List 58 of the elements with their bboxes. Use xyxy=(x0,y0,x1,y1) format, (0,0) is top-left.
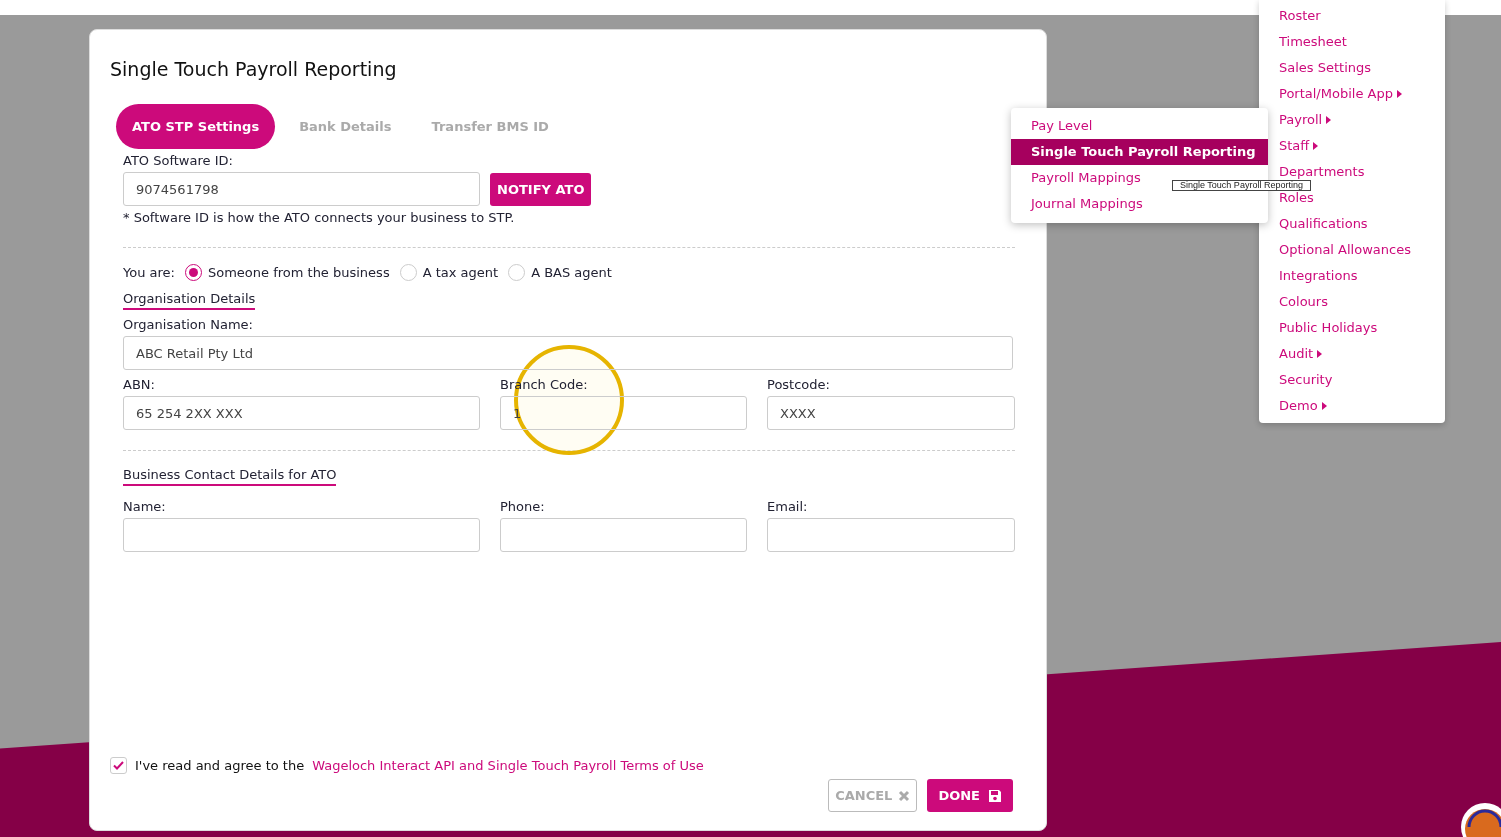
field-label: Phone: xyxy=(500,499,546,514)
input-field[interactable]: ABC Retail Pty Ltd xyxy=(123,336,1013,370)
field-label: Organisation Name: xyxy=(123,317,254,332)
caret-icon xyxy=(1326,116,1332,124)
section-heading: Business Contact Details for ATO xyxy=(123,467,337,486)
menu-item[interactable]: Pay Level xyxy=(1011,113,1097,139)
input-field[interactable]: 9074561798 xyxy=(123,172,480,206)
menu-item[interactable]: Staff xyxy=(1279,139,1319,153)
caret-icon xyxy=(1317,350,1323,358)
field-label: ABN: xyxy=(123,377,156,392)
input-field[interactable] xyxy=(123,518,480,552)
section-heading: Organisation Details xyxy=(123,291,256,310)
menu-item[interactable]: Payroll Mappings xyxy=(1011,165,1145,191)
radio-label: A BAS agent xyxy=(531,265,612,280)
check-icon xyxy=(113,761,124,770)
menu-item[interactable]: Integrations xyxy=(1279,269,1358,283)
input-field[interactable] xyxy=(767,518,1015,552)
menu-item[interactable]: Timesheet xyxy=(1279,35,1347,49)
menu-item[interactable]: Sales Settings xyxy=(1279,61,1372,75)
menu-item[interactable]: Departments xyxy=(1279,165,1365,179)
save-icon xyxy=(988,788,1002,803)
help-avatar-icon[interactable] xyxy=(1461,801,1501,837)
radio-label: Someone from the business xyxy=(207,265,390,280)
menu-item[interactable]: Roles xyxy=(1279,191,1314,205)
field-label: Name: xyxy=(123,499,167,514)
menu-item[interactable]: Single Touch Payroll Reporting xyxy=(1011,139,1268,165)
menu-item[interactable]: Security xyxy=(1279,373,1333,387)
field-label: ATO Software ID: xyxy=(123,153,233,168)
field-label: Email: xyxy=(767,499,809,514)
menu-item[interactable]: Demo xyxy=(1279,399,1327,413)
menu-item[interactable]: Payroll xyxy=(1279,113,1332,127)
dialog-title: Single Touch Payroll Reporting xyxy=(110,58,398,80)
notify-button[interactable]: NOTIFY ATO xyxy=(490,172,592,206)
menu-item[interactable]: Public Holidays xyxy=(1279,321,1378,335)
done-button[interactable]: DONE xyxy=(927,779,1013,812)
menu-item[interactable]: Colours xyxy=(1279,295,1328,309)
caret-icon xyxy=(1396,90,1402,98)
caret-icon xyxy=(1321,402,1327,410)
menu-item[interactable]: Roster xyxy=(1279,9,1321,23)
field-label: You are: xyxy=(123,265,175,280)
menu-item[interactable]: Journal Mappings xyxy=(1011,191,1147,217)
agreement-text: I've read and agree to the xyxy=(135,758,305,773)
help-text: * Software ID is how the ATO connects your business to STP. xyxy=(123,210,516,225)
menu-item[interactable]: Qualifications xyxy=(1279,217,1368,231)
input-field[interactable]: XXXX xyxy=(767,396,1015,430)
menu-item[interactable]: Optional Allowances xyxy=(1279,243,1411,257)
tooltip: Single Touch Payroll Reporting xyxy=(1172,180,1311,191)
checkbox[interactable] xyxy=(110,757,127,774)
caret-icon xyxy=(1313,142,1319,150)
input-field[interactable] xyxy=(500,518,747,552)
terms-link[interactable]: Wageloch Interact API and Single Touch Payroll Terms of Use xyxy=(312,758,704,773)
radio-label: A tax agent xyxy=(422,265,499,280)
close-icon xyxy=(898,789,911,802)
menu-item[interactable]: Portal/Mobile App xyxy=(1279,87,1402,101)
input-field[interactable]: 65 254 2XX XXX xyxy=(123,396,480,430)
tab[interactable]: ATO STP Settings xyxy=(116,104,276,149)
menu-item[interactable]: Audit xyxy=(1279,347,1323,361)
field-label: Postcode: xyxy=(767,377,831,392)
